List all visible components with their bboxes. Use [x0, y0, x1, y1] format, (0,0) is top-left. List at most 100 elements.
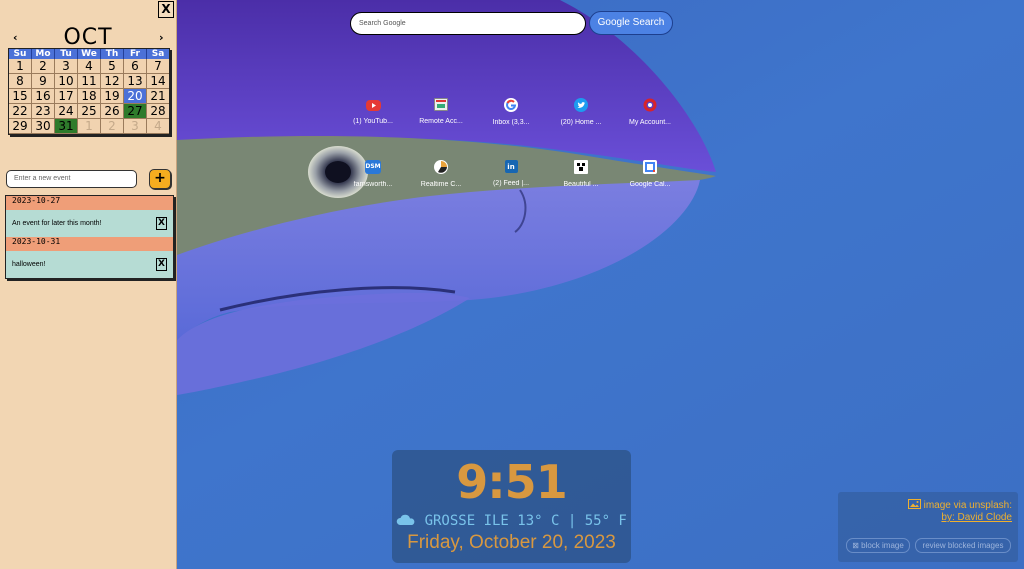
weekday-label: We: [78, 49, 101, 59]
google-icon: [504, 98, 518, 112]
beautiful-icon: [574, 160, 588, 174]
shortcut-inbox[interactable]: Inbox (3,3...: [475, 98, 547, 126]
weekday-label: Th: [101, 49, 124, 59]
calendar-day[interactable]: 23: [32, 104, 55, 119]
image-credit-line: image via unsplash:: [907, 499, 1012, 511]
event-item: An event for later this month! X: [6, 210, 173, 237]
calendar-day[interactable]: 28: [147, 104, 169, 119]
calendar-day[interactable]: 30: [32, 119, 55, 134]
shortcut-my-account[interactable]: My Account...: [614, 98, 686, 126]
calendar-day[interactable]: 15: [9, 89, 32, 104]
calendar-week: 8 9 10 11 12 13 14: [9, 74, 169, 89]
calendar-day[interactable]: 18: [78, 89, 101, 104]
shortcut-label: Remote Acc...: [419, 118, 463, 125]
review-blocked-images-button[interactable]: review blocked images: [915, 538, 1011, 553]
calendar-day[interactable]: 22: [9, 104, 32, 119]
calendar-day-next-month[interactable]: 4: [147, 119, 169, 134]
block-icon: ⊠: [852, 541, 862, 550]
shortcut-label: (20) Home ...: [560, 119, 602, 126]
shortcut-label: (1) YouTub...: [353, 118, 393, 125]
shortcut-youtube[interactable]: (1) YouTub...: [337, 98, 409, 125]
close-sidebar-button[interactable]: X: [158, 1, 174, 18]
shortcut-label: (2) Feed |...: [492, 180, 530, 187]
weekday-label: Su: [9, 49, 32, 59]
calendar-day-next-month[interactable]: 3: [124, 119, 147, 134]
calendar-day[interactable]: 9: [32, 74, 55, 89]
calendar-day-today[interactable]: 20: [124, 89, 147, 104]
calendar-day-next-month[interactable]: 1: [78, 119, 101, 134]
calendar-day[interactable]: 26: [101, 104, 124, 119]
cloud-icon: [396, 514, 415, 525]
calendar-day[interactable]: 16: [32, 89, 55, 104]
calendar-day[interactable]: 10: [55, 74, 78, 89]
calendar-day[interactable]: 13: [124, 74, 147, 89]
calendar-week: 22 23 24 25 26 27 28: [9, 104, 169, 119]
calendar-day[interactable]: 5: [101, 59, 124, 74]
shortcut-linkedin[interactable]: in (2) Feed |...: [475, 160, 547, 187]
calendar-day[interactable]: 19: [101, 89, 124, 104]
calendar-day[interactable]: 6: [124, 59, 147, 74]
event-text: An event for later this month!: [12, 220, 102, 227]
shortcut-label: Beautiful ...: [563, 181, 599, 188]
prev-month-button[interactable]: ‹: [13, 31, 18, 44]
calendar-day[interactable]: 3: [55, 59, 78, 74]
next-month-button[interactable]: ›: [159, 31, 164, 44]
weekday-label: Tu: [55, 49, 78, 59]
shortcut-beautiful[interactable]: Beautiful ...: [545, 160, 617, 188]
calendar-day[interactable]: 12: [101, 74, 124, 89]
image-credit-text: image via unsplash:: [923, 500, 1012, 511]
new-event-input[interactable]: Enter a new event: [6, 170, 137, 188]
calendar-day[interactable]: 14: [147, 74, 169, 89]
calendar-week: 15 16 17 18 19 20 21: [9, 89, 169, 104]
calendar-day[interactable]: 8: [9, 74, 32, 89]
calendar-week: 1 2 3 4 5 6 7: [9, 59, 169, 74]
calendar-weekday-header: Su Mo Tu We Th Fr Sa: [9, 49, 169, 59]
calendar-day[interactable]: 7: [147, 59, 169, 74]
calendar-day[interactable]: 25: [78, 104, 101, 119]
twitter-icon: [574, 98, 588, 112]
weekday-label: Mo: [32, 49, 55, 59]
shortcut-label: Realtime C...: [420, 181, 462, 188]
search-input[interactable]: Search Google: [350, 12, 586, 35]
calendar-day[interactable]: 17: [55, 89, 78, 104]
shortcut-remote-access[interactable]: Remote Acc...: [405, 98, 477, 125]
calendar-week: 29 30 31 1 2 3 4: [9, 119, 169, 134]
calendar-day[interactable]: 29: [9, 119, 32, 134]
shortcut-google-calendar[interactable]: Google Cal...: [614, 160, 686, 188]
dsm-icon: DSM: [365, 160, 381, 174]
calendar-day[interactable]: 21: [147, 89, 169, 104]
photographer-link[interactable]: by: David Clode: [941, 512, 1012, 523]
shortcut-farnsworth[interactable]: DSM farnsworth...: [337, 160, 409, 188]
event-date: 2023-10-27: [6, 196, 173, 210]
calendar-day[interactable]: 1: [9, 59, 32, 74]
clock-weather-panel: 9:51 GROSSE ILE 13° C | 55° F Friday, Oc…: [392, 450, 631, 563]
youtube-icon: [365, 100, 381, 111]
calendar-day-event[interactable]: 27: [124, 104, 147, 119]
shortcut-label: Inbox (3,3...: [492, 119, 530, 126]
calendar-day[interactable]: 4: [78, 59, 101, 74]
delete-event-button[interactable]: X: [156, 258, 167, 271]
date-display: Friday, October 20, 2023: [407, 532, 616, 553]
clock-time: 9:51: [456, 455, 567, 509]
calendar-day-next-month[interactable]: 2: [101, 119, 124, 134]
calendar-day[interactable]: 24: [55, 104, 78, 119]
image-icon: [907, 499, 921, 509]
shortcut-realtime[interactable]: Realtime C...: [405, 160, 477, 188]
calendar-day[interactable]: 11: [78, 74, 101, 89]
event-date: 2023-10-31: [6, 237, 173, 251]
add-event-button[interactable]: +: [149, 169, 171, 189]
calendar-icon: [643, 160, 657, 174]
weather-readout: GROSSE ILE 13° C | 55° F: [392, 513, 631, 529]
remote-access-icon: [434, 98, 448, 111]
google-search-button[interactable]: Google Search: [589, 11, 673, 35]
shortcut-label: farnsworth...: [353, 181, 393, 188]
calendar-grid: Su Mo Tu We Th Fr Sa 1 2 3 4 5 6 7 8 9 1…: [8, 48, 170, 135]
shortcut-twitter[interactable]: (20) Home ...: [545, 98, 617, 126]
calendar-day-event[interactable]: 31: [55, 119, 78, 134]
block-image-button[interactable]: ⊠ block image: [846, 538, 910, 553]
event-item: halloween! X: [6, 251, 173, 278]
weather-text: GROSSE ILE 13° C | 55° F: [424, 513, 627, 529]
delete-event-button[interactable]: X: [156, 217, 167, 230]
calendar-day[interactable]: 2: [32, 59, 55, 74]
shortcut-label: My Account...: [628, 119, 672, 126]
